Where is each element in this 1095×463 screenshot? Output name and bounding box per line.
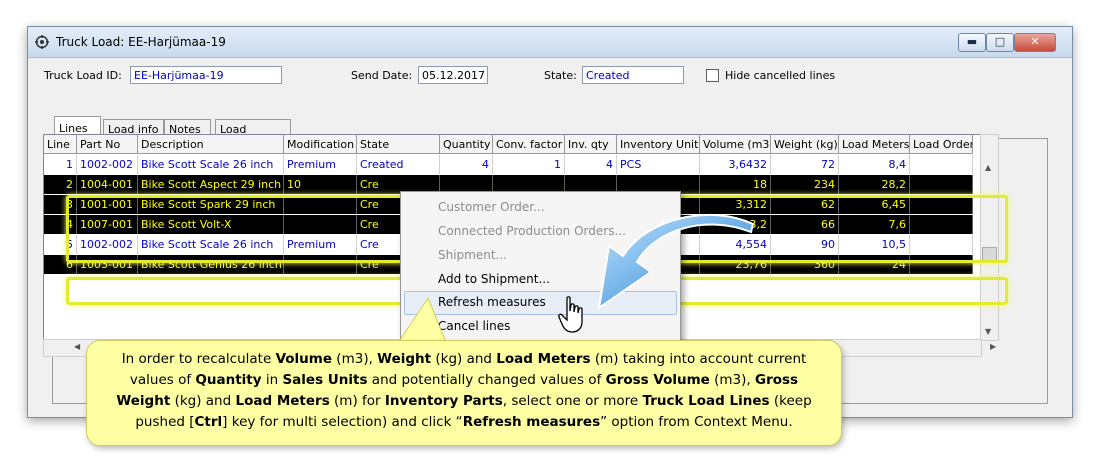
table-cell-weight: 234	[771, 175, 839, 194]
column-header[interactable]: Conv. factor	[493, 135, 565, 154]
table-cell-state: Created	[357, 155, 440, 174]
table-cell-load-order	[910, 155, 973, 174]
table-cell-part-no: 1002-002	[77, 155, 138, 174]
column-header[interactable]: Modification	[284, 135, 357, 154]
column-header[interactable]: Inv. qty	[565, 135, 617, 154]
menu-item-customer-order[interactable]: Customer Order...	[438, 196, 545, 218]
table-cell-inv-unit: PCS	[617, 155, 700, 174]
table-cell-load-meters: 8,4	[839, 155, 910, 174]
column-header[interactable]: State	[357, 135, 440, 154]
pointer-arrow-icon	[597, 213, 755, 311]
instruction-callout: In order to recalculate Volume (m3), Wei…	[86, 340, 842, 446]
column-header[interactable]: Part No	[77, 135, 138, 154]
scroll-left-icon[interactable]: ◀	[74, 342, 80, 351]
window-app-icon	[35, 35, 49, 49]
table-cell-volume: 18	[700, 175, 771, 194]
column-header[interactable]: Inventory Unit	[617, 135, 700, 154]
table-cell-load-meters: 28,2	[839, 175, 910, 194]
menu-item-shipment[interactable]: Shipment...	[438, 244, 507, 266]
column-header[interactable]: Description	[138, 135, 284, 154]
table-cell-line: 2	[44, 175, 77, 194]
truck-load-id-field[interactable]: EE-Harjümaa-19	[130, 66, 282, 84]
hand-cursor-icon	[558, 296, 583, 333]
send-date-field[interactable]: 05.12.2017	[418, 66, 488, 84]
state-field[interactable]: Created	[582, 66, 684, 84]
close-button[interactable]: ✕	[1014, 33, 1056, 52]
scroll-up-icon[interactable]: ▲	[985, 163, 991, 172]
table-cell-line: 1	[44, 155, 77, 174]
minimize-button[interactable]: ▬	[958, 33, 986, 52]
truck-load-id-label: Truck Load ID:	[44, 69, 122, 82]
menu-item-add-to-shipment[interactable]: Add to Shipment...	[438, 268, 550, 290]
window-title: Truck Load: EE-Harjümaa-19	[56, 35, 226, 49]
scroll-right-icon[interactable]: ▶	[990, 342, 996, 351]
table-cell-modification: 10	[284, 175, 357, 194]
table-cell-description: Bike Scott Aspect 29 inch	[138, 175, 284, 194]
table-cell-modification: Premium	[284, 155, 357, 174]
hide-cancelled-label: Hide cancelled lines	[725, 69, 836, 82]
state-label: State:	[544, 69, 577, 82]
column-header[interactable]: Load Order	[910, 135, 973, 154]
column-header[interactable]: Quantity	[440, 135, 493, 154]
instruction-callout-text: In order to recalculate Volume (m3), Wei…	[116, 351, 812, 430]
title-bar[interactable]: Truck Load: EE-Harjümaa-19 ▬ □ ✕	[28, 27, 1072, 58]
column-header[interactable]: Volume (m3)	[700, 135, 771, 154]
maximize-button[interactable]: □	[986, 33, 1014, 52]
table-cell-part-no: 1004-001	[77, 175, 138, 194]
table-cell-weight: 72	[771, 155, 839, 174]
table-cell-load-order	[910, 175, 973, 194]
scroll-down-icon[interactable]: ▼	[985, 327, 991, 336]
hide-cancelled-checkbox[interactable]	[706, 69, 719, 82]
table-cell-inv-qty: 4	[565, 155, 617, 174]
table-cell-description: Bike Scott Scale 26 inch	[138, 155, 284, 174]
column-header[interactable]: Line	[44, 135, 77, 154]
column-header[interactable]: Load Meters	[839, 135, 910, 154]
table-cell-conv-factor: 1	[493, 155, 565, 174]
column-header[interactable]: Weight (kg)	[771, 135, 839, 154]
table-cell-quantity: 4	[440, 155, 493, 174]
send-date-label: Send Date:	[351, 69, 413, 82]
table-cell-volume: 3,6432	[700, 155, 771, 174]
